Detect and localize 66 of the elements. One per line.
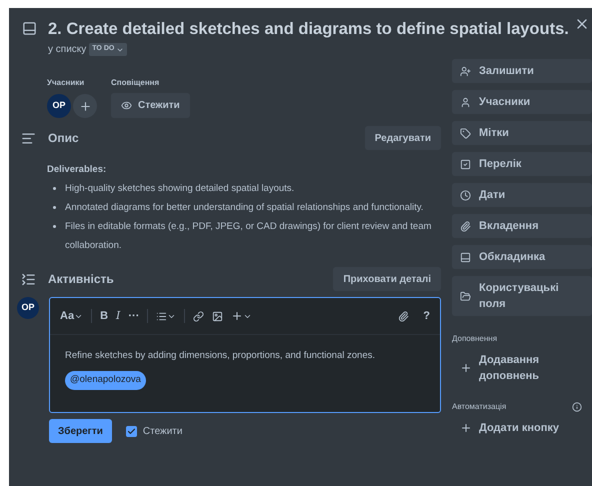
join-icon	[460, 66, 471, 76]
paperclip-icon	[460, 220, 471, 232]
sidebar-button[interactable]: Користувацькі поля	[452, 276, 592, 316]
person-icon	[460, 96, 471, 108]
check-icon	[126, 426, 136, 436]
commenter-avatar: OP	[17, 297, 39, 319]
member-avatar[interactable]: OP	[47, 94, 71, 118]
plus-icon	[460, 422, 472, 434]
add-button-button[interactable]: Додати кнопку	[452, 420, 592, 436]
text-style-button[interactable]: Aa	[60, 308, 84, 324]
bold-button[interactable]: B	[100, 308, 108, 324]
members-label: Учасники	[47, 77, 86, 89]
add-addons-button[interactable]: Додавання доповнень	[452, 352, 592, 384]
card-icon	[22, 21, 37, 36]
list-label: у списку	[48, 43, 86, 57]
list-icon	[156, 310, 168, 322]
addons-label: Доповнення	[452, 333, 498, 345]
paperclip-icon[interactable]	[398, 310, 410, 322]
bullet-icon	[53, 206, 56, 209]
link-icon[interactable]	[193, 310, 204, 322]
sidebar-button[interactable]: Учасники	[452, 90, 592, 114]
comment-editor[interactable]: Aa B I ··· ? Refine sketches by adding dimensions, proportions, and functional zones. @olenapolozova	[49, 297, 441, 413]
eye-icon	[121, 100, 132, 111]
help-button[interactable]: ?	[423, 308, 430, 324]
checkbox-icon	[460, 158, 471, 170]
insert-button[interactable]	[231, 310, 252, 322]
activity-icon	[21, 272, 36, 286]
sidebar-button[interactable]: Вкладення	[452, 214, 592, 238]
description-icon	[21, 130, 36, 146]
automation-label: Автоматизація	[452, 401, 506, 413]
edit-button[interactable]: Редагувати	[364, 126, 441, 150]
clock-icon	[460, 190, 471, 200]
bullet-text: Annotated diagrams for better understanding of spatial relationships and functionality.	[65, 201, 424, 215]
more-button[interactable]: ···	[128, 308, 140, 324]
sidebar-button[interactable]: Залишити	[452, 59, 592, 83]
watch-label: Стежити	[142, 424, 182, 438]
plus-icon	[460, 362, 472, 374]
tag-icon	[460, 128, 471, 138]
watch-button[interactable]: Стежити	[111, 93, 190, 118]
save-button[interactable]: Зберегти	[49, 419, 112, 443]
mention-chip[interactable]: @olenapolozova	[65, 371, 146, 390]
description-heading: Опис	[48, 130, 80, 147]
info-icon[interactable]	[572, 402, 582, 412]
sidebar-button[interactable]: Мітки	[452, 121, 592, 145]
notifications-label: Сповіщення	[111, 77, 160, 89]
bullet-icon	[53, 225, 56, 228]
activity-heading: Активність	[48, 271, 115, 288]
plus-icon	[231, 310, 244, 322]
sidebar-button[interactable]: Обкладинка	[452, 245, 592, 269]
comment-text: Refine sketches by adding dimensions, proportions, and functional zones.	[65, 349, 376, 363]
bullet-text: High-quality sketches showing detailed spatial layouts.	[65, 182, 294, 196]
bullet-icon	[53, 187, 56, 190]
deliverables-heading: Deliverables:	[47, 163, 108, 177]
bullet-text: Files in editable formats (e.g., PDF, JPEG, or CAD drawings) for client review and team collaboration.	[65, 220, 432, 253]
add-member-button[interactable]	[73, 94, 97, 118]
cover-icon	[460, 252, 471, 262]
card-title: 2. Create detailed sketches and diagrams to define spatial layouts.	[48, 19, 569, 40]
italic-button[interactable]: I	[116, 308, 120, 324]
plus-icon	[78, 100, 92, 112]
sidebar-button[interactable]: Перелік	[452, 152, 592, 176]
hide-details-button[interactable]: Приховати деталі	[333, 267, 441, 291]
watch-checkbox[interactable]	[126, 426, 137, 436]
list-button[interactable]	[156, 310, 176, 322]
image-icon[interactable]	[212, 310, 224, 322]
folder-icon	[460, 290, 471, 302]
sidebar-button[interactable]: Дати	[452, 183, 592, 207]
